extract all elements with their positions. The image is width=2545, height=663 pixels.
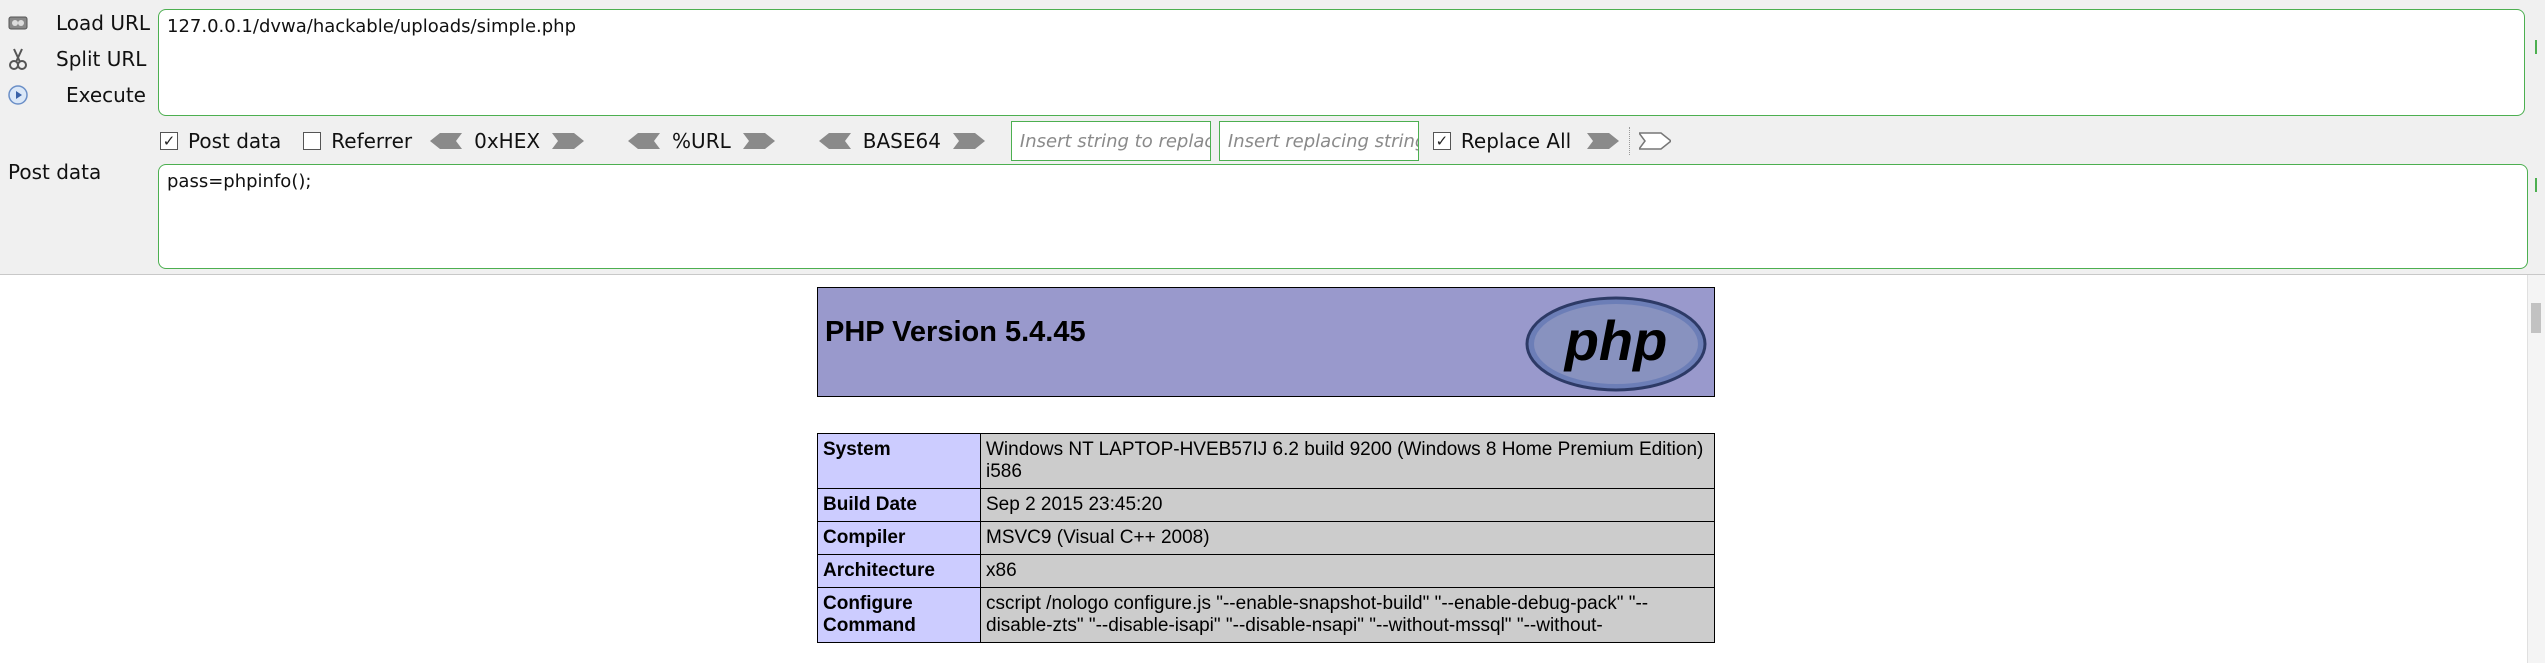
replace-string-placeholder: Insert replacing string — [1227, 130, 1419, 152]
url-value: 127.0.0.1/dvwa/hackable/uploads/simple.p… — [167, 16, 577, 37]
post-data-textarea[interactable]: pass=phpinfo(); — [158, 164, 2528, 269]
url-encode-arrow-icon[interactable] — [742, 132, 775, 150]
base64-encoder: BASE64 — [818, 129, 985, 153]
load-url-label: Load URL — [56, 11, 151, 35]
referrer-check-icon[interactable] — [303, 132, 322, 150]
split-url-label: Split URL — [56, 47, 147, 71]
post-data-section-label: Post data — [8, 160, 102, 184]
right-edge-marker-bottom — [2535, 178, 2543, 192]
row-key: Architecture — [817, 554, 981, 588]
execute-label: Execute — [66, 83, 146, 107]
post-data-check-icon[interactable]: ✓ — [160, 132, 178, 150]
base64-label: BASE64 — [862, 129, 941, 153]
row-key: System — [817, 433, 981, 489]
scissors-icon — [6, 47, 30, 71]
replace-all-label: Replace All — [1460, 129, 1572, 153]
load-url-button[interactable]: Load URL — [6, 8, 150, 38]
table-row: Configure Command cscript /nologo configu… — [817, 587, 1715, 643]
replace-all-checkbox[interactable]: ✓ Replace All — [1432, 129, 1572, 153]
load-url-icon — [6, 11, 30, 35]
base64-encode-arrow-icon[interactable] — [952, 132, 985, 150]
url-encoder: %URL — [628, 129, 775, 153]
row-value: MSVC9 (Visual C++ 2008) — [980, 521, 1715, 555]
php-logo-text: php — [1563, 309, 1668, 372]
row-value: cscript /nologo configure.js "--enable-s… — [980, 587, 1715, 643]
page-scrollbar[interactable] — [2527, 275, 2545, 663]
replace-string-input[interactable]: Insert replacing string — [1218, 121, 1419, 161]
url-textarea[interactable]: 127.0.0.1/dvwa/hackable/uploads/simple.p… — [158, 9, 2525, 116]
split-url-button[interactable]: Split URL — [6, 44, 146, 74]
hex-label: 0xHEX — [474, 129, 541, 153]
row-key: Build Date — [817, 488, 981, 522]
hex-decode-arrow-icon[interactable] — [430, 132, 463, 150]
row-key: Configure Command — [817, 587, 981, 643]
table-row: Build Date Sep 2 2015 23:45:20 — [817, 488, 1715, 522]
row-value: x86 — [980, 554, 1715, 588]
php-version-title: PHP Version 5.4.45 — [825, 316, 1086, 348]
table-row: System Windows NT LAPTOP-HVEB57IJ 6.2 bui… — [817, 433, 1715, 489]
replace-all-check-icon[interactable]: ✓ — [1432, 132, 1451, 150]
post-data-value: pass=phpinfo(); — [167, 171, 312, 192]
row-value: Sep 2 2015 23:45:20 — [980, 488, 1715, 522]
row-key: Compiler — [817, 521, 981, 555]
options-toolbar: ✓ Post data Referrer 0xHEX %URL BASE64 I… — [160, 121, 1672, 161]
hex-encoder: 0xHEX — [430, 129, 585, 153]
search-string-input[interactable]: Insert string to replace — [1010, 121, 1211, 161]
url-decode-arrow-icon[interactable] — [628, 132, 661, 150]
execute-button[interactable]: Execute — [6, 80, 146, 110]
row-value: Windows NT LAPTOP-HVEB57IJ 6.2 build 920… — [980, 433, 1715, 489]
phpinfo-header: PHP Version 5.4.45 php — [817, 287, 1715, 397]
search-string-placeholder: Insert string to replace — [1019, 130, 1211, 152]
post-data-checkbox-label: Post data — [188, 129, 282, 153]
right-edge-marker-top — [2535, 40, 2543, 54]
toolbar-divider — [1629, 127, 1631, 155]
table-row: Architecture x86 — [817, 554, 1715, 588]
play-circle-icon — [6, 83, 30, 107]
scrollbar-thumb[interactable] — [2531, 303, 2541, 333]
hex-encode-arrow-icon[interactable] — [552, 132, 585, 150]
hackbar-panel: Load URL Split URL Execute 127.0.0.1/dvw… — [0, 0, 2545, 275]
base64-decode-arrow-icon[interactable] — [818, 132, 851, 150]
post-data-checkbox[interactable]: ✓ Post data — [160, 129, 281, 153]
replace-arrow-icon[interactable] — [1587, 132, 1620, 150]
referrer-checkbox[interactable]: Referrer — [303, 129, 412, 153]
url-encode-label: %URL — [672, 129, 731, 153]
referrer-checkbox-label: Referrer — [331, 129, 413, 153]
replace-next-arrow-icon[interactable] — [1639, 132, 1672, 150]
phpinfo-table: System Windows NT LAPTOP-HVEB57IJ 6.2 bui… — [817, 433, 1715, 643]
page-content: PHP Version 5.4.45 php System Windows NT … — [0, 275, 2528, 663]
table-row: Compiler MSVC9 (Visual C++ 2008) — [817, 521, 1715, 555]
php-logo[interactable]: php — [1524, 296, 1708, 396]
